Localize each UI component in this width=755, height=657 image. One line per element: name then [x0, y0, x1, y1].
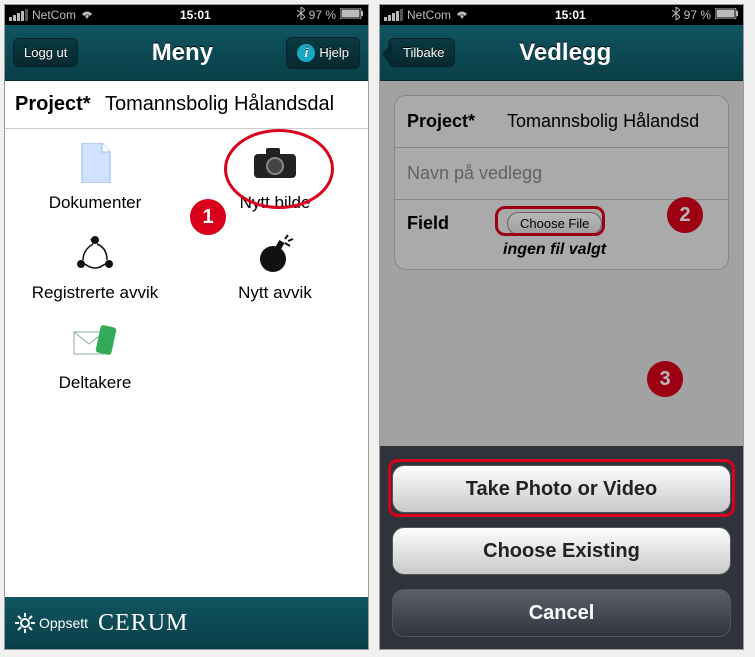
annotation-box-take-photo: [388, 459, 735, 517]
settings-button[interactable]: Oppsett: [15, 613, 88, 633]
brand-label: CERUM: [98, 610, 188, 637]
menu-label: Deltakere: [5, 373, 185, 393]
signal-icon: [9, 9, 28, 21]
cancel-button[interactable]: Cancel: [392, 589, 731, 637]
status-bar: NetCom 15:01 97 %: [380, 5, 743, 25]
gear-icon: [15, 613, 35, 633]
navbar: Logg ut Meny i Hjelp: [5, 25, 368, 81]
project-label: Project*: [5, 93, 105, 116]
page-title: Meny: [152, 39, 213, 67]
battery-icon: [340, 8, 364, 22]
menu-grid: Dokumenter Nytt bilde Registrerte avvik …: [5, 129, 368, 597]
project-row[interactable]: Project* Tomannsbolig Hålandsdal: [5, 81, 368, 129]
screen-attachment: NetCom 15:01 97 % Tilbake Vedlegg Projec…: [379, 4, 744, 650]
menu-item-documents[interactable]: Dokumenter: [5, 139, 185, 213]
bluetooth-icon: [297, 7, 305, 23]
carrier-label: NetCom: [32, 8, 76, 22]
clock-label: 15:01: [469, 8, 672, 22]
signal-icon: [384, 9, 403, 21]
document-icon: [5, 139, 185, 187]
action-sheet: Take Photo or Video Choose Existing Canc…: [380, 446, 743, 649]
menu-item-registered-deviations[interactable]: Registrerte avvik: [5, 229, 185, 303]
menu-item-participants[interactable]: Deltakere: [5, 319, 185, 393]
battery-pct: 97 %: [309, 8, 336, 22]
bluetooth-icon: [672, 7, 680, 23]
bottom-bar: Oppsett CERUM: [5, 597, 368, 649]
info-icon: i: [297, 44, 315, 62]
back-button[interactable]: Tilbake: [388, 38, 455, 67]
bomb-icon: [185, 229, 365, 277]
status-bar: NetCom 15:01 97 %: [5, 5, 368, 25]
screen-menu: NetCom 15:01 97 % Logg ut Meny i Hjelp P…: [4, 4, 369, 650]
project-value: Tomannsbolig Hålandsdal: [105, 93, 368, 116]
envelope-phone-icon: [5, 319, 185, 367]
menu-label: Dokumenter: [5, 193, 185, 213]
page-title: Vedlegg: [519, 39, 611, 67]
wifi-icon: [455, 8, 469, 23]
annotation-step-1: 1: [190, 199, 226, 235]
choose-existing-button[interactable]: Choose Existing: [392, 527, 731, 575]
help-button[interactable]: i Hjelp: [286, 37, 360, 69]
logout-button[interactable]: Logg ut: [13, 38, 78, 67]
battery-icon: [715, 8, 739, 22]
navbar: Tilbake Vedlegg: [380, 25, 743, 81]
annotation-circle: [224, 129, 334, 209]
carrier-label: NetCom: [407, 8, 451, 22]
settings-label: Oppsett: [39, 615, 88, 631]
menu-item-new-deviation[interactable]: Nytt avvik: [185, 229, 365, 303]
battery-pct: 97 %: [684, 8, 711, 22]
menu-label: Nytt avvik: [185, 283, 365, 303]
menu-label: Registrerte avvik: [5, 283, 185, 303]
help-label: Hjelp: [319, 45, 349, 60]
clock-label: 15:01: [94, 8, 297, 22]
cycle-icon: [5, 229, 185, 277]
wifi-icon: [80, 8, 94, 23]
